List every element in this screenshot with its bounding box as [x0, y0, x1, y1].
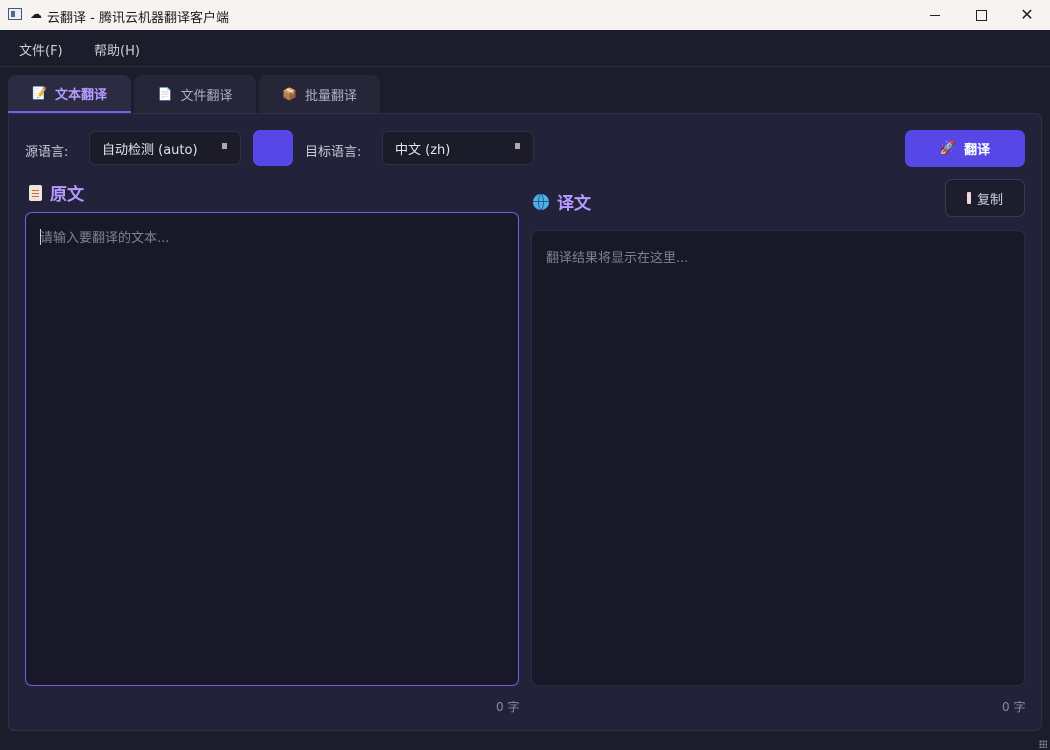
document-icon: 📄 — [157, 87, 173, 101]
source-title-text: 原文 — [50, 185, 84, 205]
dropdown-arrow-icon — [515, 143, 520, 149]
source-input[interactable] — [40, 227, 500, 667]
source-language-select[interactable]: 自动检测 (auto) — [89, 131, 241, 165]
close-button[interactable]: ✕ — [1004, 0, 1050, 30]
menu-bar: 文件(F) 帮助(H) — [0, 30, 1050, 67]
result-char-count: 0 字 — [1002, 700, 1026, 714]
minimize-button[interactable] — [912, 0, 958, 30]
window-title: 云翻译 - 腾讯云机器翻译客户端 — [47, 11, 229, 26]
swap-languages-button[interactable] — [253, 130, 293, 166]
target-language-label: 目标语言: — [305, 145, 362, 160]
result-section-title: 译文 — [533, 189, 591, 214]
close-icon: ✕ — [1020, 5, 1034, 24]
dropdown-arrow-icon — [222, 143, 227, 149]
source-language-value: 自动检测 (auto) — [102, 142, 198, 158]
tab-label: 批量翻译 — [304, 88, 357, 104]
result-title-text: 译文 — [557, 194, 591, 214]
rocket-icon: 🚀 — [939, 141, 957, 156]
tab-label: 文本翻译 — [54, 87, 107, 103]
cloud-icon: ☁ — [30, 7, 42, 21]
translate-button-label: 翻译 — [964, 143, 991, 158]
minimize-icon — [930, 14, 940, 16]
source-language-label: 源语言: — [25, 145, 69, 160]
source-char-count: 0 字 — [496, 700, 520, 714]
memo-icon: 📝 — [32, 86, 47, 100]
maximize-icon — [975, 9, 987, 21]
window-titlebar: ☁ 云翻译 - 腾讯云机器翻译客户端 ✕ — [0, 0, 1050, 30]
package-icon: 📦 — [282, 87, 297, 101]
resize-grip-icon[interactable] — [1039, 740, 1047, 748]
target-language-value: 中文 (zh) — [395, 142, 451, 158]
clipboard-icon — [966, 192, 971, 204]
status-bar — [0, 736, 1050, 750]
memo-icon — [29, 184, 42, 201]
result-text-area[interactable]: 翻译结果将显示在这里... — [531, 230, 1025, 686]
target-language-select[interactable]: 中文 (zh) — [382, 131, 534, 165]
copy-button-label: 复制 — [976, 192, 1003, 208]
menu-help[interactable]: 帮助(H) — [94, 40, 140, 59]
tab-label: 文件翻译 — [180, 88, 233, 104]
copy-button[interactable]: 复制 — [945, 179, 1025, 217]
tab-file-translate[interactable]: 📄 文件翻译 — [134, 75, 256, 113]
source-section-title: 原文 — [29, 180, 84, 205]
text-cursor — [40, 229, 41, 245]
app-icon — [8, 8, 22, 20]
tab-text-translate[interactable]: 📝 文本翻译 — [8, 75, 131, 113]
tab-batch-translate[interactable]: 📦 批量翻译 — [259, 75, 380, 113]
translate-button[interactable]: 🚀 翻译 — [905, 130, 1025, 167]
maximize-button[interactable] — [958, 0, 1004, 30]
result-placeholder: 翻译结果将显示在这里... — [546, 251, 689, 266]
globe-icon — [533, 193, 549, 210]
menu-file[interactable]: 文件(F) — [19, 40, 63, 59]
source-text-area[interactable] — [25, 212, 519, 686]
